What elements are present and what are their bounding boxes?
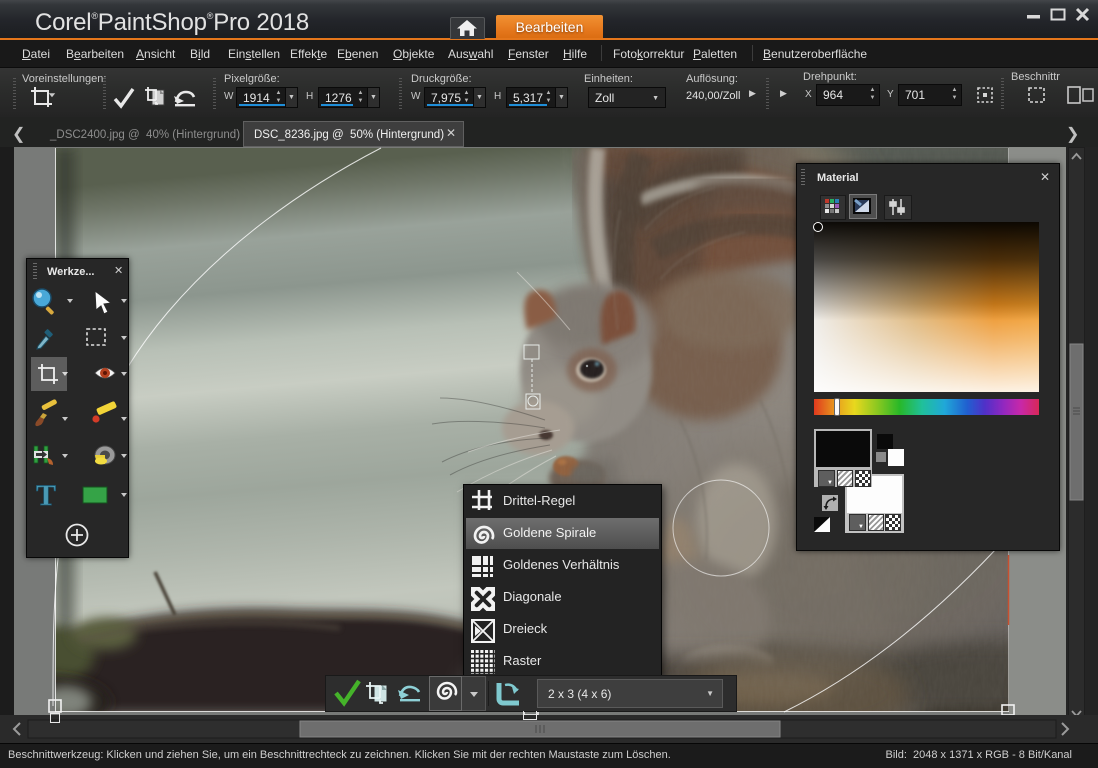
svg-text:T: T — [36, 479, 56, 512]
